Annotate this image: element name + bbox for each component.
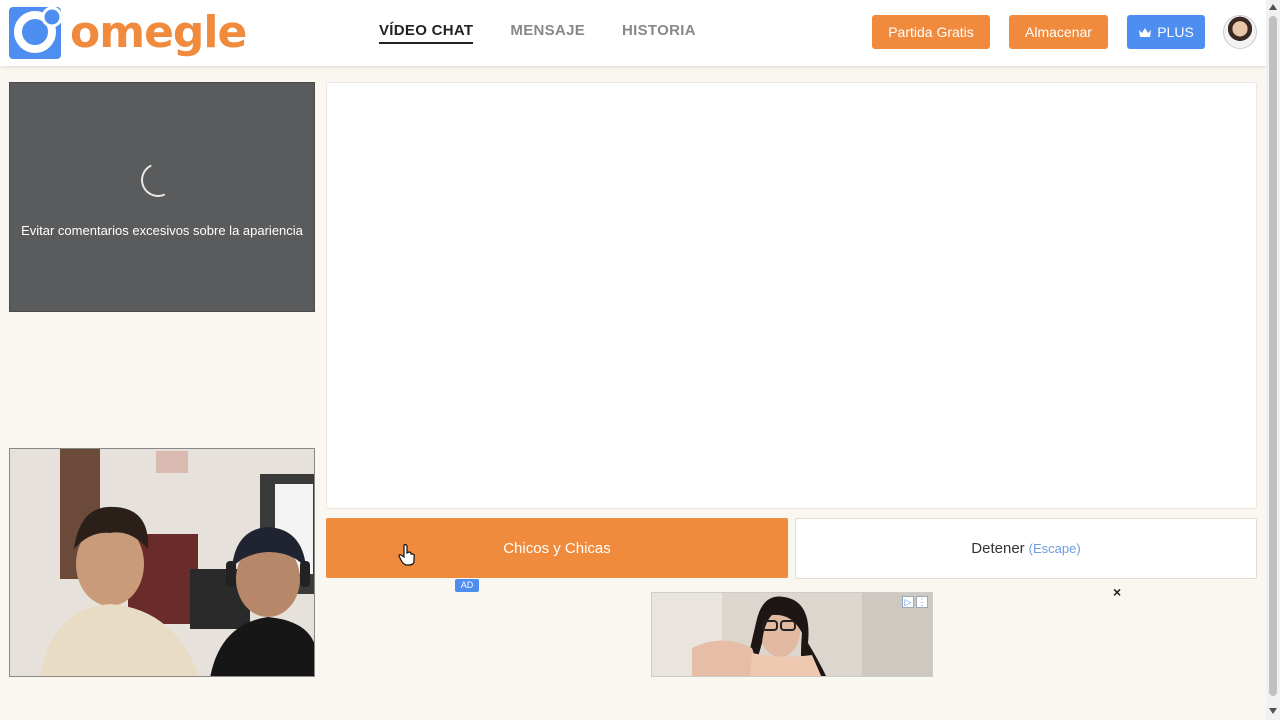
- scroll-up-arrow-icon[interactable]: [1269, 4, 1277, 10]
- nav-video-chat[interactable]: VÍDEO CHAT: [379, 22, 474, 44]
- ad-badge: AD: [455, 579, 479, 592]
- ad-close-icon[interactable]: ×: [1113, 584, 1121, 600]
- free-match-button[interactable]: Partida Gratis: [872, 15, 990, 49]
- plus-label: PLUS: [1157, 24, 1194, 40]
- omegle-logo[interactable]: omegle: [8, 5, 247, 61]
- store-button[interactable]: Almacenar: [1009, 15, 1108, 49]
- ad-banner[interactable]: ▷ ⋮: [651, 592, 933, 677]
- start-chat-button[interactable]: Chicos y Chicas: [326, 518, 788, 578]
- stop-button[interactable]: Detener (Escape): [795, 518, 1257, 579]
- self-camera-feed: [10, 449, 314, 676]
- main-nav: VÍDEO CHAT MENSAJE HISTORIA: [379, 22, 696, 44]
- stranger-video-panel: Evitar comentarios excesivos sobre la ap…: [9, 82, 315, 312]
- self-video-panel: [9, 448, 315, 677]
- nav-history[interactable]: HISTORIA: [622, 22, 696, 44]
- nav-message[interactable]: MENSAJE: [510, 22, 585, 44]
- appearance-notice: Evitar comentarios excesivos sobre la ap…: [21, 223, 303, 238]
- omegle-logo-icon: [9, 6, 63, 59]
- ad-image: [652, 593, 932, 676]
- hand-cursor-icon: [398, 544, 415, 566]
- stop-shortcut-hint: (Escape): [1028, 541, 1081, 556]
- scroll-down-arrow-icon[interactable]: [1269, 708, 1277, 714]
- user-avatar[interactable]: [1223, 15, 1257, 49]
- chat-area[interactable]: [326, 82, 1257, 509]
- ad-choices-icon[interactable]: ▷: [902, 596, 914, 608]
- page-scrollbar[interactable]: [1266, 0, 1280, 720]
- plus-button[interactable]: PLUS: [1127, 15, 1205, 49]
- brand-name: omegle: [70, 7, 247, 58]
- ad-options-icon[interactable]: ⋮: [916, 596, 928, 608]
- crown-icon: [1139, 27, 1152, 37]
- stop-label: Detener: [971, 540, 1025, 557]
- top-navigation-bar: omegle VÍDEO CHAT MENSAJE HISTORIA Parti…: [0, 0, 1266, 66]
- ad-choices[interactable]: ▷ ⋮: [902, 596, 928, 608]
- scroll-thumb[interactable]: [1269, 16, 1277, 696]
- loading-spinner-icon: [136, 158, 180, 202]
